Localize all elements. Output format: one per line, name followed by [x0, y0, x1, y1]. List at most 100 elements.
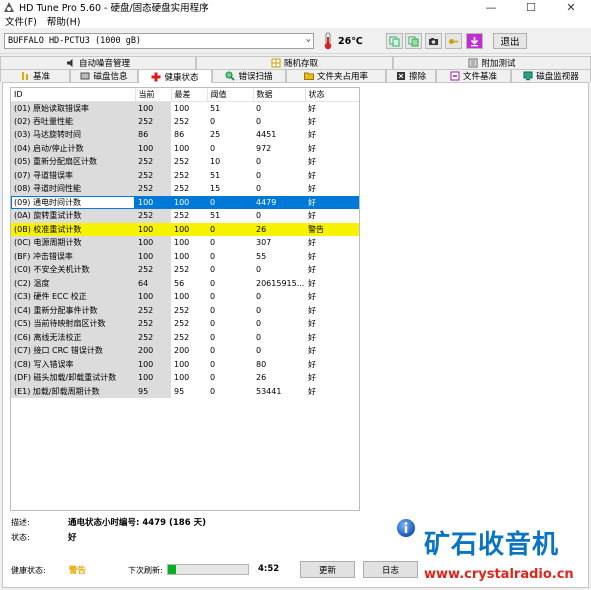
col-id[interactable]: ID [11, 88, 136, 102]
monitor-icon [523, 71, 533, 81]
cell-threshold: 0 [210, 292, 216, 302]
cell-data: 0 [256, 292, 262, 302]
tab-benchmark[interactable]: 基准 [0, 69, 70, 82]
copy-info-button[interactable] [386, 33, 403, 49]
tab-disk-info[interactable]: 磁盘信息 [70, 69, 138, 82]
table-row[interactable]: (0A) 旋转重试计数 252 252 51 0 好 [11, 209, 359, 223]
copy-screen-button[interactable] [405, 33, 422, 49]
table-row[interactable]: (0C) 电源周期计数 100 100 0 307 好 [11, 236, 359, 250]
table-row[interactable]: (C2) 温度 64 56 0 20615915... 好 [11, 276, 359, 290]
menu-file[interactable]: 文件(F) [0, 14, 42, 28]
save-button[interactable] [466, 33, 483, 49]
cell-worst: 252 [174, 211, 190, 221]
cell-data: 972 [256, 143, 272, 153]
minimize-button[interactable]: — [471, 0, 511, 14]
cell-threshold: 15 [210, 184, 221, 194]
table-row[interactable]: (DF) 磁头加载/卸载重试计数 100 100 0 26 好 [11, 371, 359, 385]
tab-row-1: 自动噪音管理 随机存取 附加测试 [0, 56, 591, 69]
tab-error-scan[interactable]: 错误扫描 [212, 69, 286, 82]
cell-status: 好 [308, 157, 316, 167]
cell-status: 好 [308, 184, 316, 194]
col-worst[interactable]: 最差 [171, 88, 208, 102]
cell-worst: 252 [174, 305, 190, 315]
cell-threshold: 0 [210, 265, 216, 275]
cell-id: (03) 马达旋转时间 [11, 128, 135, 142]
drive-select[interactable]: BUFFALO HD-PCTU3 (1000 gB) ⌄ [4, 33, 314, 49]
cell-status: 好 [308, 103, 316, 113]
table-row[interactable]: (C0) 不安全关机计数 252 252 0 0 好 [11, 263, 359, 277]
magnifier-icon [225, 71, 236, 81]
cell-current: 252 [135, 263, 171, 277]
benchmark-icon [21, 72, 28, 80]
table-row[interactable]: (C6) 离线无法校正 252 252 0 0 好 [11, 330, 359, 344]
table-row[interactable]: (C5) 当前待映射扇区计数 252 252 0 0 好 [11, 317, 359, 331]
cell-threshold: 0 [210, 251, 216, 261]
table-row[interactable]: (04) 启动/停止计数 100 100 0 972 好 [11, 141, 359, 155]
table-row[interactable]: (C7) 接口 CRC 错误计数 200 200 0 0 好 [11, 344, 359, 358]
cell-threshold: 0 [210, 386, 216, 396]
key-icon [449, 38, 458, 44]
cell-data: 0 [256, 332, 262, 342]
screenshot-button[interactable] [425, 33, 442, 49]
tab-file-benchmark[interactable]: 文件基准 [436, 69, 511, 82]
tab-extra-tests[interactable]: 附加测试 [393, 56, 591, 69]
title-bar: HD Tune Pro 5.60 - 硬盘/固态硬盘实用程序 — ☐ ✕ [0, 0, 591, 14]
description-label: 描述: [11, 518, 30, 527]
cell-data: 0 [256, 211, 262, 221]
tab-health[interactable]: 健康状态 [138, 69, 212, 83]
table-row[interactable]: (E1) 加载/卸载周期计数 95 95 0 53441 好 [11, 384, 359, 398]
cell-current: 252 [135, 182, 171, 196]
table-row[interactable]: (07) 寻道错误率 252 252 51 0 好 [11, 168, 359, 182]
copy-info-icon [389, 36, 400, 46]
cell-current: 64 [135, 276, 171, 290]
cell-status: 好 [308, 305, 316, 315]
detail-area: 描述: 通电状态小时编号: 4479 (186 天) 状态: 好 [11, 515, 421, 549]
window-title: HD Tune Pro 5.60 - 硬盘/固态硬盘实用程序 [19, 3, 209, 14]
table-row[interactable]: (01) 原始读取错误率 100 100 51 0 好 [11, 101, 359, 115]
table-row[interactable]: (03) 马达旋转时间 86 86 25 4451 好 [11, 128, 359, 142]
col-current[interactable]: 当前 [135, 88, 172, 102]
col-threshold[interactable]: 阈值 [207, 88, 254, 102]
maximize-button[interactable]: ☐ [511, 0, 551, 14]
health-status-value: 警告 [69, 566, 87, 576]
cell-status: 好 [308, 332, 316, 342]
table-row[interactable]: (0B) 校准重试计数 100 100 0 26 警告 [11, 222, 359, 236]
cell-id: (C4) 重新分配事件计数 [11, 303, 135, 317]
log-button[interactable]: 日志 [363, 561, 418, 578]
cell-current: 252 [135, 330, 171, 344]
table-row[interactable]: (05) 重新分配扇区计数 252 252 10 0 好 [11, 155, 359, 169]
table-row[interactable]: (09) 通电时间计数 100 100 0 4479 好 [11, 195, 359, 209]
cell-worst: 95 [174, 386, 185, 396]
cell-worst: 100 [174, 238, 190, 248]
table-row[interactable]: (BF) 冲击错误率 100 100 0 55 好 [11, 249, 359, 263]
cell-status: 好 [308, 278, 316, 288]
cell-id: (C5) 当前待映射扇区计数 [11, 317, 135, 331]
cell-worst: 252 [174, 265, 190, 275]
folder-icon [303, 72, 314, 80]
tab-aam[interactable]: 自动噪音管理 [0, 56, 196, 69]
tab-random-access[interactable]: 随机存取 [196, 56, 393, 69]
cell-id: (01) 原始读取错误率 [11, 101, 135, 115]
cell-id: (04) 启动/停止计数 [11, 141, 135, 155]
cell-data: 80 [256, 359, 267, 369]
col-data[interactable]: 数据 [253, 88, 306, 102]
cell-worst: 100 [174, 373, 190, 383]
col-status[interactable]: 状态 [305, 88, 359, 102]
table-row[interactable]: (C8) 写入错误率 100 100 0 80 好 [11, 357, 359, 371]
grid-icon [271, 58, 281, 68]
close-button[interactable]: ✕ [551, 0, 591, 14]
cell-worst: 86 [174, 130, 185, 140]
table-row[interactable]: (C4) 重新分配事件计数 252 252 0 0 好 [11, 303, 359, 317]
update-button[interactable]: 更新 [300, 561, 355, 578]
cell-id: (05) 重新分配扇区计数 [11, 155, 135, 169]
tab-folder-usage[interactable]: 文件夹占用率 [286, 69, 386, 82]
options-button[interactable] [445, 33, 462, 49]
tab-disk-monitor[interactable]: 磁盘监视器 [511, 69, 591, 82]
cell-status: 好 [308, 373, 316, 383]
table-row[interactable]: (C3) 硬件 ECC 校正 100 100 0 0 好 [11, 290, 359, 304]
menu-help[interactable]: 帮助(H) [42, 14, 86, 28]
table-row[interactable]: (08) 寻道时间性能 252 252 15 0 好 [11, 182, 359, 196]
table-row[interactable]: (02) 吞吐量性能 252 252 0 0 好 [11, 114, 359, 128]
exit-button[interactable]: 退出 [493, 33, 527, 49]
tab-erase[interactable]: 擦除 [386, 69, 436, 82]
